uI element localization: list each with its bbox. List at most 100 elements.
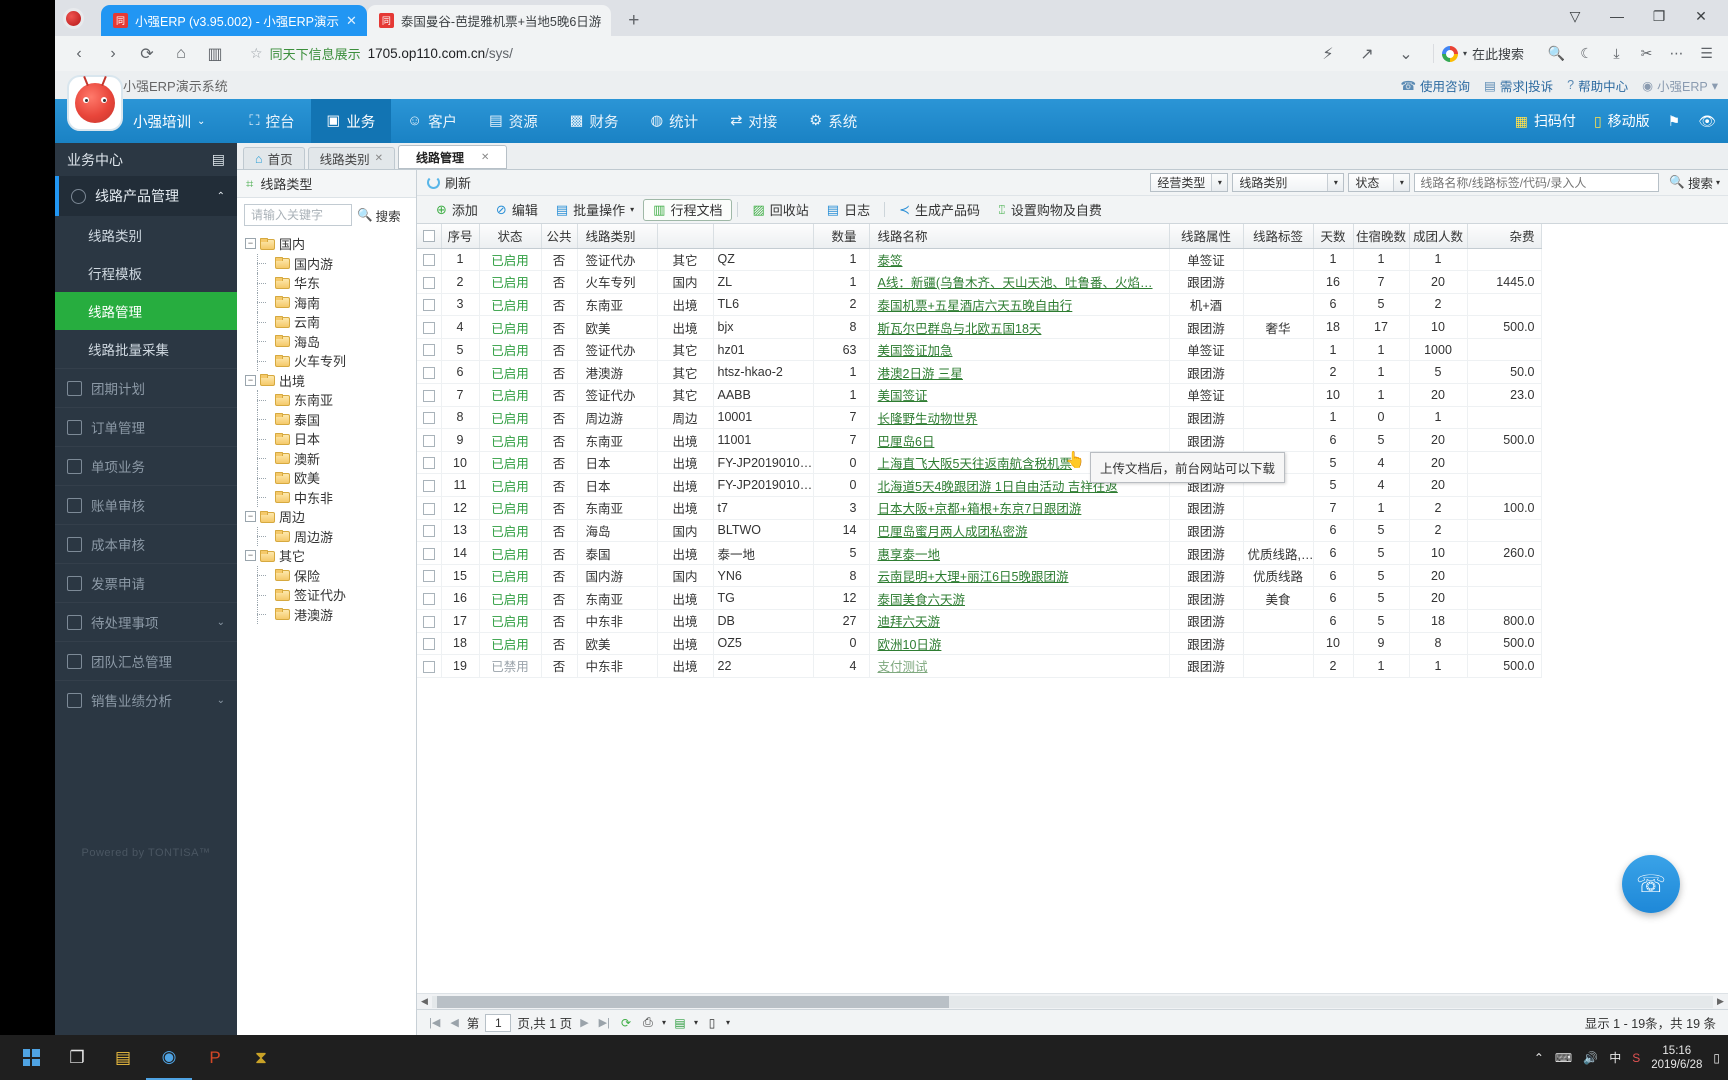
first-page-button[interactable]: |◀: [427, 1016, 442, 1029]
home-icon[interactable]: ⌂: [165, 39, 197, 69]
checkbox[interactable]: [422, 344, 435, 357]
row-checkbox-cell[interactable]: [417, 248, 442, 272]
table-row[interactable]: 3 已启用 否 东南亚 出境 TL6 2 泰国机票+五星酒店六天五晚自由行 机+酒 6 5 2: [417, 293, 1542, 317]
cell-name[interactable]: 美国签证加急: [869, 338, 1170, 362]
checkbox[interactable]: [422, 638, 435, 651]
row-checkbox-cell[interactable]: [417, 360, 442, 385]
table-row[interactable]: 9 已启用 否 东南亚 出境 11001 7 巴厘岛6日 跟团游 6 5 20 500.0: [417, 428, 1542, 452]
forward-icon[interactable]: ›: [97, 39, 129, 69]
table-row[interactable]: 18 已启用 否 欧美 出境 OZ5 0 欧洲10日游 跟团游 10 9 8 500.0: [417, 632, 1542, 656]
maximize-button[interactable]: ❐: [1638, 2, 1680, 30]
clock[interactable]: 15:16 2019/6/28: [1651, 1044, 1702, 1072]
horizontal-scrollbar[interactable]: ◀ ▶: [417, 993, 1728, 1009]
nav-item-dashboard[interactable]: ⛶ 控台: [233, 99, 310, 143]
filter-search-button[interactable]: 🔍 搜索 ▾: [1663, 173, 1720, 192]
table-row[interactable]: 13 已启用 否 海岛 国内 BLTWO 14 巴厘岛蜜月两人成团私密游 跟团游 6 5 2: [417, 519, 1542, 543]
route-name-link[interactable]: 惠享泰一地: [878, 548, 941, 562]
tree-node[interactable]: 保险: [243, 565, 416, 586]
table-row[interactable]: 4 已启用 否 欧美 出境 bjx 8 斯瓦尔巴群岛与北欧五国18天 跟团游 奢华 18 17 10 50…: [417, 315, 1542, 339]
checkbox[interactable]: [422, 547, 435, 560]
tree-node[interactable]: 华东: [243, 273, 416, 293]
browser-tab-2[interactable]: 同 泰国曼谷-芭提雅机票+当地5晚6日游: [366, 5, 612, 36]
chevron-down-icon[interactable]: ▾: [1211, 174, 1228, 191]
cell-name[interactable]: 泰国美食六天游: [869, 586, 1170, 610]
route-name-link[interactable]: 巴厘岛蜜月两人成团私密游: [878, 525, 1028, 539]
new-tab-button[interactable]: +: [619, 10, 648, 32]
menu-icon[interactable]: ☰: [1693, 40, 1720, 67]
scroll-left-icon[interactable]: ◀: [417, 996, 432, 1007]
close-icon[interactable]: ✕: [375, 153, 383, 164]
sidebar-item-route-category[interactable]: 线路类别: [55, 216, 237, 254]
chevron-up-icon[interactable]: ⌃: [217, 191, 225, 202]
th-public[interactable]: 公共: [541, 224, 578, 249]
row-checkbox-cell[interactable]: [417, 564, 442, 588]
help-link-feedback[interactable]: ▤ 需求|投诉: [1484, 76, 1553, 95]
filter-route-category[interactable]: 线路类别 ▾: [1232, 173, 1345, 192]
task-view-icon[interactable]: ❐: [54, 1035, 100, 1080]
chevron-down-icon[interactable]: ▾: [726, 1018, 730, 1027]
row-checkbox-cell[interactable]: [417, 406, 442, 430]
route-name-link[interactable]: 泰国机票+五星酒店六天五晚自由行: [878, 299, 1073, 313]
printer-icon[interactable]: ⎙: [640, 1015, 656, 1031]
tab-home[interactable]: ⌂ 首页: [243, 147, 305, 169]
route-name-link[interactable]: 斯瓦尔巴群岛与北欧五国18天: [878, 322, 1042, 336]
sidebar-group-route-product[interactable]: 线路产品管理 ⌃: [55, 176, 237, 216]
row-checkbox-cell[interactable]: [417, 338, 442, 362]
table-row[interactable]: 14 已启用 否 泰国 出境 泰一地 5 惠享泰一地 跟团游 优质线路,… 6 5 10 260.0: [417, 541, 1542, 565]
tree-node[interactable]: 泰国: [243, 409, 416, 430]
route-name-link[interactable]: 美国签证: [878, 389, 928, 403]
export-icon[interactable]: ▯: [704, 1015, 720, 1031]
chevron-down-icon[interactable]: ▾: [694, 1018, 698, 1027]
checkbox[interactable]: [422, 479, 435, 492]
tree-node[interactable]: 港澳游: [243, 604, 416, 625]
tree-toggle-icon[interactable]: −: [245, 374, 256, 386]
next-page-button[interactable]: ▶: [578, 1016, 590, 1029]
checkbox[interactable]: [422, 570, 435, 583]
th-code[interactable]: [713, 224, 814, 249]
moon-icon[interactable]: ☾: [1573, 40, 1600, 67]
tree-search-button[interactable]: 🔍 搜索: [357, 206, 401, 225]
action-add[interactable]: ⊕ 添加: [427, 199, 487, 221]
checkbox[interactable]: [422, 366, 435, 379]
powerpoint-icon[interactable]: P: [192, 1035, 238, 1080]
cell-name[interactable]: 泰签: [869, 248, 1170, 272]
th-no[interactable]: 序号: [441, 224, 480, 249]
tree-node[interactable]: 周边游: [243, 526, 416, 547]
checkbox[interactable]: [422, 615, 435, 628]
sidebar-item-cost-audit[interactable]: 成本审核: [55, 524, 237, 563]
company-selector[interactable]: 小强培训 ⌄: [133, 111, 205, 132]
cell-name[interactable]: 巴厘岛蜜月两人成团私密游: [869, 519, 1170, 543]
ime-icon[interactable]: 中: [1609, 1049, 1621, 1066]
checkbox[interactable]: [422, 276, 435, 289]
action-edit[interactable]: ⊘ 编辑: [487, 199, 547, 221]
checkbox[interactable]: [422, 254, 435, 266]
action-itinerary-doc[interactable]: ▥ 行程文档: [643, 198, 733, 221]
row-checkbox-cell[interactable]: [417, 383, 442, 407]
cell-name[interactable]: 港澳2日游 三星: [869, 360, 1170, 385]
row-checkbox-cell[interactable]: [417, 473, 442, 498]
row-checkbox-cell[interactable]: [417, 293, 442, 317]
route-name-link[interactable]: 云南昆明+大理+丽江6日5晚跟团游: [878, 570, 1069, 584]
table-row[interactable]: 19 已禁用 否 中东非 出境 22 4 支付测试 跟团游 2 1 1 500.0: [417, 654, 1542, 678]
nav-item-business[interactable]: ▣ 业务: [310, 99, 392, 143]
route-name-link[interactable]: 港澳2日游 三星: [878, 367, 963, 381]
row-checkbox-cell[interactable]: [417, 586, 442, 610]
row-checkbox-cell[interactable]: [417, 270, 442, 294]
row-checkbox-cell[interactable]: [417, 541, 442, 565]
tab-route-management[interactable]: 线路管理 ✕: [397, 145, 508, 169]
table-row[interactable]: 5 已启用 否 签证代办 其它 hz01 63 美国签证加急 单签证 1 1 1000: [417, 338, 1542, 362]
tree-node[interactable]: − 国内: [243, 234, 416, 254]
action-batch[interactable]: ▤ 批量操作 ▾: [547, 199, 643, 221]
more-icon[interactable]: ⋯: [1663, 40, 1690, 67]
tray-chevron-icon[interactable]: ⌃: [1534, 1051, 1544, 1065]
volume-icon[interactable]: 🔊: [1583, 1051, 1598, 1065]
route-name-link[interactable]: 长隆野生动物世界: [878, 412, 978, 426]
route-name-link[interactable]: 迪拜六天游: [878, 615, 941, 629]
row-checkbox-cell[interactable]: [417, 428, 442, 452]
cell-name[interactable]: 泰国机票+五星酒店六天五晚自由行: [869, 293, 1170, 317]
filter-keyword-input[interactable]: [1414, 173, 1660, 192]
close-window-button[interactable]: ✕: [1680, 2, 1722, 30]
nav-item-customer[interactable]: ☺ 客户: [391, 99, 473, 143]
th-attr[interactable]: 线路属性: [1169, 224, 1244, 249]
tree-node[interactable]: 日本: [243, 429, 416, 449]
